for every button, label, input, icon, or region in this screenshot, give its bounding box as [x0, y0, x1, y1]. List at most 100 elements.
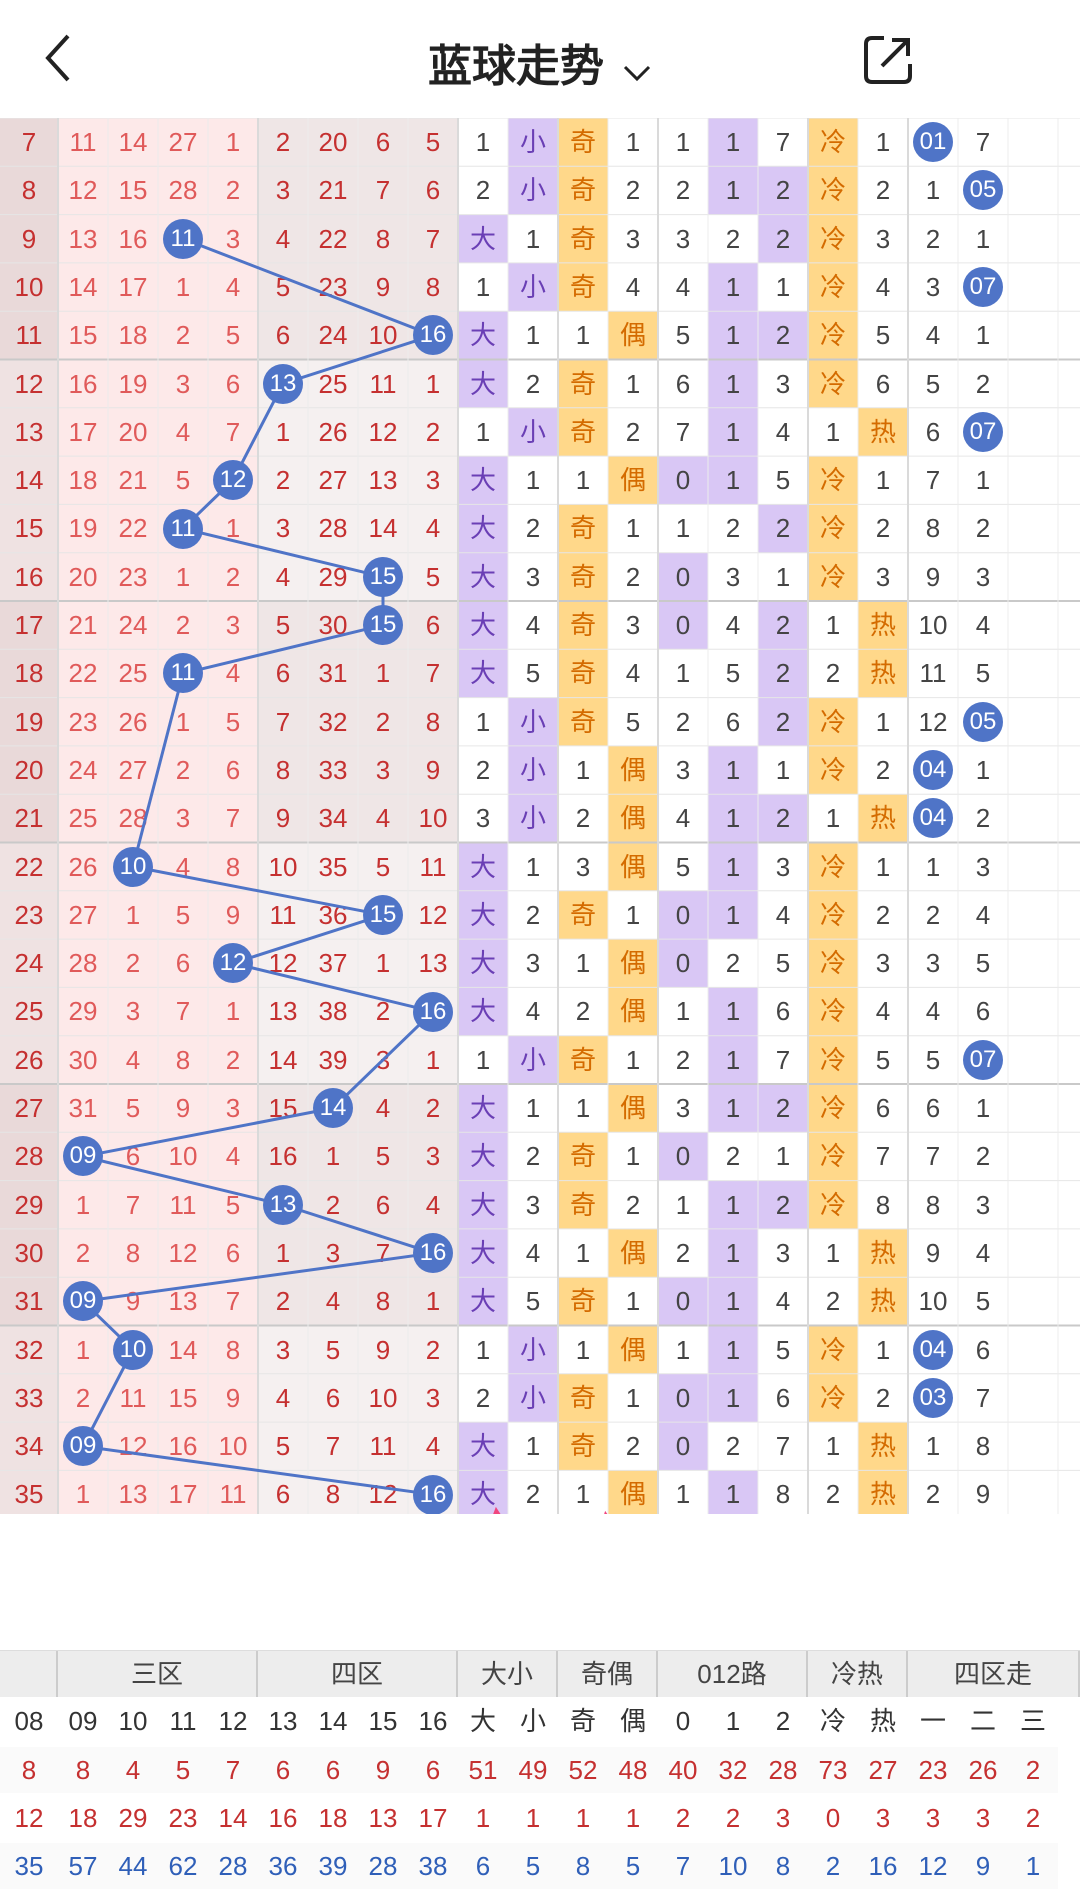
zone2-cell: 30 — [68, 1044, 98, 1075]
even-cell: 偶 — [619, 1237, 646, 1268]
route2-cell: 4 — [775, 899, 791, 930]
route1-cell: 1 — [725, 1286, 741, 1317]
size-big-cell: 1 — [475, 1044, 491, 1075]
route0-cell: 0 — [675, 948, 691, 979]
zone2-cell: 23 — [118, 561, 148, 592]
even-cell: 偶 — [619, 851, 646, 882]
size-small-cell: 1 — [525, 1431, 541, 1462]
share-icon — [864, 36, 912, 84]
footer-stat-cell: 5 — [508, 1843, 558, 1889]
footer-stat-cell: 48 — [608, 1747, 658, 1793]
ball-circle: 15 — [363, 605, 403, 646]
footer-stat-cell: 9 — [958, 1843, 1008, 1889]
zone3-cell: 7 — [425, 223, 441, 254]
quad2-cell: 8 — [975, 1431, 991, 1462]
zone3-cell: 6 — [275, 320, 291, 351]
share-button[interactable] — [858, 30, 918, 90]
footer-stat-cell: 23 — [908, 1747, 958, 1793]
zone3-cell: 6 — [425, 610, 441, 640]
odd-cell: 1 — [575, 1093, 591, 1123]
zone1-cell: 35 — [14, 1479, 44, 1510]
odd-cell: 2 — [575, 803, 591, 834]
footer-stat-cell: 73 — [808, 1747, 858, 1793]
route2-cell: 2 — [775, 658, 791, 689]
route2-cell: 6 — [775, 1382, 791, 1413]
zone3-cell: 23 — [318, 271, 348, 302]
hot-cell: 1 — [875, 706, 891, 737]
zone1-cell: 29 — [14, 1189, 44, 1220]
route1-cell: 1 — [725, 1382, 741, 1413]
size-big-cell: 大 — [469, 610, 496, 640]
quad-circle: 05 — [963, 701, 1003, 742]
zone2-cell: 4 — [225, 1141, 241, 1172]
zone3-cell: 27 — [318, 465, 348, 496]
zone3-cell: 11 — [269, 899, 297, 930]
footer-stat-cell: 8 — [758, 1843, 808, 1889]
zone2-cell: 2 — [225, 175, 241, 206]
odd-cell: 1 — [575, 320, 591, 351]
zone2-cell: 5 — [175, 899, 191, 930]
zone2-cell: 18 — [118, 320, 148, 351]
hot-cell: 6 — [875, 368, 891, 399]
quad2-cell: 2 — [975, 803, 991, 834]
footer-stat-cell: 2 — [658, 1795, 708, 1841]
zone3-cell: 5 — [375, 1141, 391, 1172]
route0-cell: 3 — [675, 223, 691, 254]
odd-cell: 奇 — [569, 1141, 596, 1172]
zone1-cell: 33 — [14, 1382, 44, 1413]
zone2-cell: 5 — [225, 1189, 241, 1220]
zone3-cell: 8 — [275, 754, 291, 785]
route2-cell: 2 — [775, 223, 791, 254]
route0-cell: 1 — [675, 513, 691, 544]
even-cell: 1 — [625, 127, 641, 157]
quad1-cell: 11 — [919, 658, 947, 689]
route0-cell: 6 — [675, 368, 691, 399]
zone2-cell: 6 — [225, 368, 241, 399]
even-cell: 2 — [625, 1431, 641, 1462]
zone3-cell: 4 — [275, 223, 291, 254]
zone3-cell: 5 — [275, 610, 291, 640]
ball-circle: 11 — [163, 218, 203, 259]
quad-circle: 07 — [963, 411, 1003, 452]
app-header: 蓝球走势 — [0, 0, 1080, 118]
zone3-cell: 2 — [275, 465, 291, 496]
odd-cell: 1 — [575, 754, 591, 785]
zone2-cell: 13 — [168, 1286, 198, 1317]
quad1-cell: 3 — [925, 271, 941, 302]
ball-circle: 11 — [163, 508, 203, 549]
zone2-cell: 15 — [68, 320, 98, 351]
route2-cell: 8 — [775, 1479, 791, 1510]
zone2-cell: 8 — [125, 1237, 141, 1268]
size-small-cell: 4 — [525, 610, 541, 640]
zone2-cell: 20 — [118, 416, 148, 447]
zone2-cell: 14 — [118, 127, 148, 157]
route0-cell: 1 — [675, 1479, 691, 1510]
route2-cell: 1 — [775, 1141, 791, 1172]
route1-cell: 1 — [725, 899, 741, 930]
even-cell: 5 — [625, 706, 641, 737]
even-cell: 2 — [625, 175, 641, 206]
even-cell: 1 — [625, 1141, 641, 1172]
route0-cell: 2 — [675, 706, 691, 737]
zone3-cell: 1 — [425, 368, 441, 399]
size-small-cell: 小 — [519, 416, 546, 447]
size-big-cell: 大 — [469, 996, 496, 1027]
footer-stat-cell: 29 — [108, 1795, 158, 1841]
zone3-cell: 7 — [325, 1431, 341, 1462]
quad2-cell: 3 — [975, 1189, 991, 1220]
zone3-cell: 2 — [275, 127, 291, 157]
zone3-cell: 2 — [325, 1189, 341, 1220]
hot-cell: 8 — [875, 1189, 891, 1220]
cold-cell: 冷 — [819, 1189, 846, 1220]
zone3-cell: 2 — [425, 1334, 441, 1365]
quad1-cell: 1 — [925, 851, 941, 882]
quad1-cell: 4 — [925, 996, 941, 1027]
route2-cell: 5 — [775, 465, 791, 496]
zone3-cell: 12 — [368, 416, 398, 447]
page-title: 蓝球走势 — [428, 42, 604, 91]
size-big-cell: 2 — [475, 754, 491, 785]
page-title-dropdown[interactable]: 蓝球走势 — [0, 30, 1080, 94]
zone3-cell: 11 — [369, 368, 397, 399]
footer-stat-cell: 5 — [158, 1747, 208, 1793]
footer-stat-cell: 28 — [208, 1843, 258, 1889]
